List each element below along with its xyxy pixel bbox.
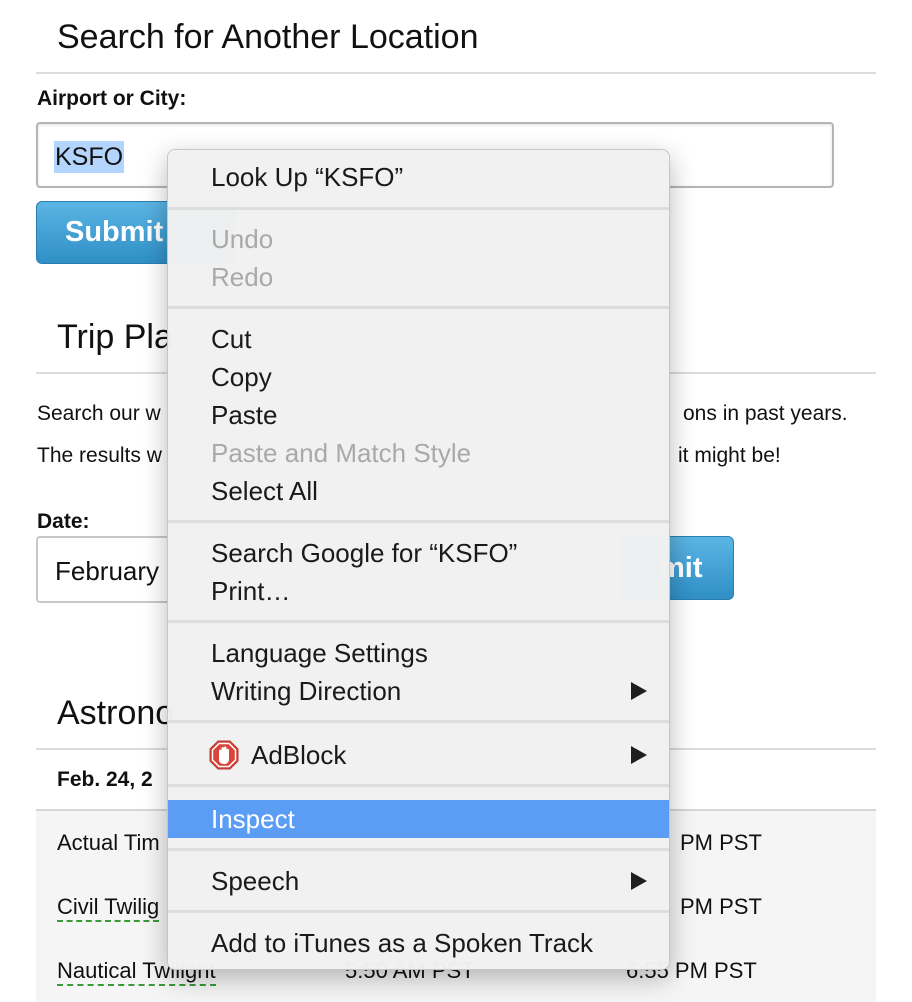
trip-description-line2-left: The results w [37,444,162,467]
context-menu: Look Up “KSFO” Undo Redo Cut Copy Paste … [167,149,670,970]
menu-separator [168,848,669,851]
menu-item-redo: Redo [211,262,274,292]
selected-text: KSFO [54,141,125,173]
menu-separator [168,207,669,210]
trip-description-line2-right: it might be! [678,444,781,467]
astronomy-heading: Astrono [57,694,175,732]
airport-label: Airport or City: [37,87,187,110]
menu-item-search-google[interactable]: Search Google for “KSFO” [168,534,669,572]
astronomy-date-header: Feb. 24, 2 [57,768,153,791]
search-heading: Search for Another Location [57,18,479,56]
menu-item-writing-direction[interactable]: Writing Direction [168,672,669,710]
menu-item-speech[interactable]: Speech [168,862,669,900]
date-value: February [55,556,160,586]
submenu-arrow-icon [631,682,647,700]
menu-item-language-settings[interactable]: Language Settings [168,634,669,672]
menu-item-label: Writing Direction [211,676,402,706]
menu-separator [168,784,669,787]
menu-item-look-up[interactable]: Look Up “KSFO” [168,158,669,196]
menu-item-paste-match-style: Paste and Match Style [211,438,472,468]
date-label: Date: [37,510,90,533]
table-row-name[interactable]: Civil Twilig [57,894,160,922]
trip-description-line1-right: ons in past years. [683,402,848,425]
menu-separator [168,910,669,913]
menu-item-label: Speech [211,866,300,896]
submenu-arrow-icon [631,872,647,890]
menu-separator [168,720,669,723]
table-row-set: PM PST [680,894,762,919]
menu-item-add-itunes[interactable]: Add to iTunes as a Spoken Track [168,924,669,962]
menu-item-print[interactable]: Print… [168,572,669,610]
submit-label: Submit [65,216,164,248]
adblock-icon [209,740,239,770]
divider [36,72,876,74]
menu-item-label: AdBlock [251,740,347,770]
submenu-arrow-icon [631,746,647,764]
menu-item-cut[interactable]: Cut [168,320,669,358]
menu-item-adblock[interactable]: AdBlock [168,736,669,774]
menu-item-undo: Undo [211,224,274,254]
table-row-name: Actual Tim [57,830,160,855]
trip-description-line1-left: Search our w [37,402,161,425]
menu-item-paste[interactable]: Paste [168,396,669,434]
menu-item-inspect[interactable]: Inspect [168,800,669,838]
menu-separator [168,620,669,623]
table-row-set: PM PST [680,830,762,855]
menu-item-select-all[interactable]: Select All [168,472,669,510]
trip-planner-heading: Trip Pla [57,318,173,356]
menu-separator [168,306,669,309]
menu-item-copy[interactable]: Copy [168,358,669,396]
menu-separator [168,520,669,523]
